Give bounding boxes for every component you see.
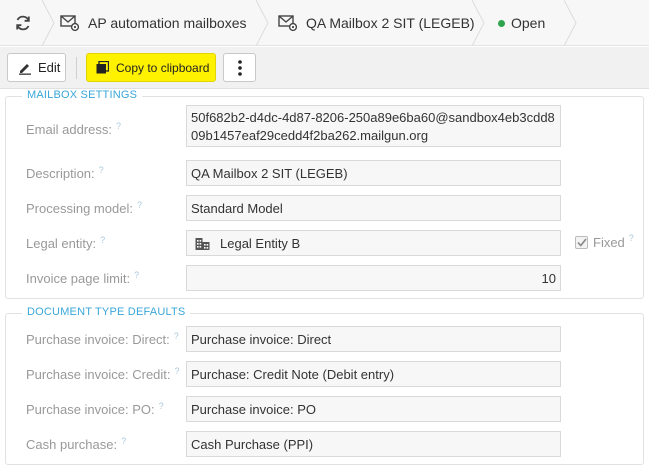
section-legend: DOCUMENT TYPE DEFAULTS: [22, 306, 191, 318]
building-icon: [195, 238, 210, 250]
edit-button-label: Edit: [38, 60, 61, 75]
refresh-button[interactable]: [0, 0, 55, 46]
purchase-invoice-po-label: Purchase invoice: PO:?: [26, 401, 164, 417]
breadcrumb-status-open[interactable]: Open: [478, 0, 577, 46]
refresh-icon[interactable]: [14, 14, 32, 32]
help-icon[interactable]: ?: [629, 233, 634, 243]
description-field[interactable]: QA Mailbox 2 SIT (LEGEB): [186, 160, 561, 186]
copy-icon: [96, 61, 109, 74]
copy-button-label: Copy to clipboard: [116, 60, 210, 75]
help-icon[interactable]: ?: [174, 331, 179, 341]
toolbar-divider: [76, 57, 77, 79]
help-icon[interactable]: ?: [175, 366, 180, 376]
status-dot-icon: [498, 19, 505, 27]
fixed-checkbox[interactable]: [575, 236, 588, 249]
processing-model-field[interactable]: Standard Model: [186, 195, 561, 221]
mail-settings-icon: [60, 15, 80, 32]
help-icon[interactable]: ?: [116, 121, 121, 131]
invoice-page-limit-field[interactable]: 10: [186, 265, 561, 291]
document-type-defaults-section: DOCUMENT TYPE DEFAULTS Purchase invoice:…: [5, 306, 644, 465]
breadcrumb-label: AP automation mailboxes: [88, 15, 247, 31]
email-field[interactable]: 50f682b2-d4dc-4d87-8206-250a89e6ba60@san…: [186, 105, 561, 147]
breadcrumb-label: QA Mailbox 2 SIT (LEGEB): [306, 15, 475, 31]
checkmark-icon: [576, 238, 587, 247]
more-actions-button[interactable]: [223, 53, 256, 82]
section-legend: MAILBOX SETTINGS: [22, 89, 143, 101]
processing-model-label: Processing model:?: [26, 200, 142, 216]
breadcrumb-qa-mailbox[interactable]: QA Mailbox 2 SIT (LEGEB): [262, 0, 485, 46]
fixed-checkbox-group[interactable]: Fixed ?: [575, 233, 634, 250]
breadcrumb-bar: AP automation mailboxes QA Mailbox 2 SIT…: [0, 0, 649, 46]
legal-entity-field[interactable]: Legal Entity B: [186, 230, 561, 256]
help-icon[interactable]: ?: [137, 200, 142, 210]
mailbox-settings-section: MAILBOX SETTINGS Email address:? 50f682b…: [5, 89, 644, 299]
help-icon[interactable]: ?: [134, 270, 139, 280]
edit-button[interactable]: Edit: [7, 53, 66, 82]
status-label: Open: [511, 15, 546, 31]
purchase-invoice-credit-field[interactable]: Purchase: Credit Note (Debit entry): [186, 361, 561, 387]
cash-purchase-label: Cash purchase:?: [26, 436, 127, 452]
help-icon[interactable]: ?: [121, 436, 126, 446]
email-label: Email address:?: [26, 121, 121, 137]
purchase-invoice-po-field[interactable]: Purchase invoice: PO: [186, 396, 561, 422]
help-icon[interactable]: ?: [100, 235, 105, 245]
toolbar: Edit Copy to clipboard: [0, 47, 649, 89]
legal-entity-label: Legal entity:?: [26, 235, 106, 251]
invoice-page-limit-label: Invoice page limit:?: [26, 270, 140, 286]
purchase-invoice-direct-label: Purchase invoice: Direct:?: [26, 331, 179, 347]
cash-purchase-field[interactable]: Cash Purchase (PPI): [186, 431, 561, 457]
mail-settings-icon: [278, 15, 298, 32]
copy-to-clipboard-button[interactable]: Copy to clipboard: [86, 53, 216, 82]
legal-entity-value: Legal Entity B: [220, 235, 301, 251]
pencil-icon: [19, 63, 31, 75]
purchase-invoice-credit-label: Purchase invoice: Credit:?: [26, 366, 180, 382]
kebab-menu-icon: [237, 59, 242, 76]
purchase-invoice-direct-field[interactable]: Purchase invoice: Direct: [186, 326, 561, 352]
help-icon[interactable]: ?: [99, 165, 104, 175]
help-icon[interactable]: ?: [159, 401, 164, 411]
description-label: Description:?: [26, 165, 104, 181]
fixed-label: Fixed: [593, 235, 625, 250]
breadcrumb-ap-automation-mailboxes[interactable]: AP automation mailboxes: [46, 0, 269, 46]
